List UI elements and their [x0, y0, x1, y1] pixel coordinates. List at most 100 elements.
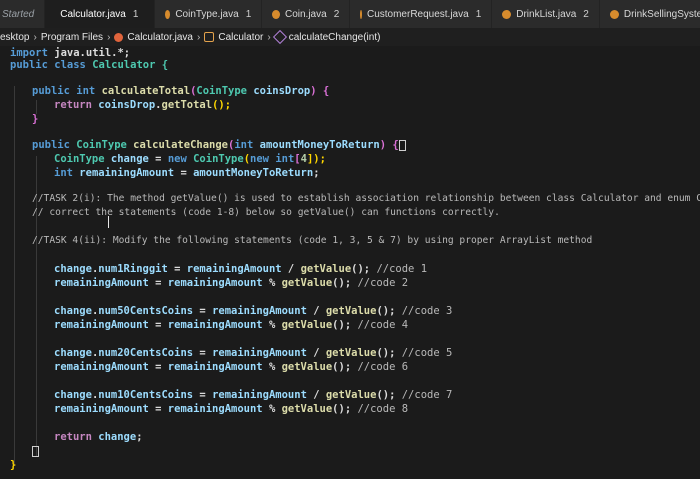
code-token: remainingAmount — [167, 277, 263, 289]
chevron-right-icon: › — [197, 31, 201, 43]
code-token: new — [250, 153, 269, 165]
code-token: (); — [332, 319, 358, 331]
code-token: (); — [376, 389, 402, 401]
code-token: remainingAmount — [186, 263, 282, 275]
code-token: / — [306, 389, 326, 401]
code-token: new — [167, 153, 187, 165]
code-token: int — [76, 85, 96, 97]
bracket-match-icon — [32, 445, 39, 457]
bracket-match-icon — [398, 139, 406, 151]
code-token: remainingAmount — [212, 305, 307, 317]
code-line-19: remainingAmount = remainingAmount % getV… — [54, 402, 408, 416]
breadcrumb-item[interactable]: Calculator.java — [127, 32, 193, 43]
tab-label: Coin.java — [284, 8, 327, 20]
tab-started[interactable]: Started — [0, 0, 46, 28]
code-token: getValue — [325, 305, 377, 317]
code-token: ) { — [310, 85, 330, 97]
tab-label: CoinType.java — [175, 8, 239, 20]
breadcrumb: esktop › Program Files › Calculator.java… — [0, 28, 700, 46]
code-token: % — [262, 277, 282, 289]
code-token: = — [148, 277, 168, 289]
code-token: (); — [332, 403, 358, 415]
code-token: remainingAmount — [167, 403, 263, 415]
code-line-8: int remainingAmount = amountMoneyToRetur… — [54, 166, 320, 180]
tab-calculator-java[interactable]: Calculator.java 1 — [45, 0, 156, 28]
code-token: Calculator { — [85, 59, 169, 71]
code-line-14: change.num50CentsCoins = remainingAmount… — [54, 304, 452, 318]
code-token: amountMoneyToReturn — [259, 139, 380, 151]
code-token: % — [262, 403, 282, 415]
java-file-icon — [114, 32, 124, 42]
editor-tab-bar: Started Calculator.java 1 CoinType.java … — [0, 0, 700, 29]
code-token: change — [54, 389, 92, 401]
code-token: num50CentsCoins — [98, 305, 194, 317]
code-token: / — [306, 305, 326, 317]
code-token: num10CentsCoins — [98, 389, 194, 401]
breadcrumb-item[interactable]: Program Files — [41, 32, 103, 43]
code-token: getValue — [281, 277, 333, 289]
problem-count: 1 — [132, 8, 139, 20]
code-token: return — [54, 99, 92, 111]
code-token: remainingAmount — [212, 389, 307, 401]
code-token: = — [193, 389, 213, 401]
code-editor[interactable]: import java.util.*; public class Calcula… — [0, 46, 700, 479]
tab-drinksellingsystem[interactable]: DrinkSellingSystem — [600, 0, 700, 28]
code-line-15: remainingAmount = remainingAmount % getV… — [54, 318, 408, 332]
tab-coin-java[interactable]: Coin.java 2 — [262, 0, 351, 28]
code-token: class — [54, 59, 86, 71]
code-token: change — [110, 153, 149, 165]
chevron-right-icon: › — [267, 31, 271, 43]
code-token: ; — [313, 167, 320, 179]
code-token: //code 5 — [401, 347, 453, 359]
code-token: calculateTotal — [101, 85, 191, 97]
code-token: remainingAmount — [54, 403, 149, 415]
code-token: remainingAmount — [79, 167, 175, 179]
code-token: getTotal — [161, 99, 213, 111]
code-token: getValue — [281, 403, 333, 415]
problem-count: 1 — [245, 8, 252, 20]
breadcrumb-item[interactable]: calculateChange(int) — [289, 32, 381, 43]
code-token: int — [234, 139, 254, 151]
code-line-17: remainingAmount = remainingAmount % getV… — [54, 360, 408, 374]
tab-label: Started — [2, 8, 35, 20]
code-token: = — [193, 347, 213, 359]
code-token: remainingAmount — [167, 361, 263, 373]
code-token: getValue — [281, 319, 333, 331]
tab-label: Calculator.java — [60, 8, 126, 20]
code-token: getValue — [325, 347, 377, 359]
code-token: coinsDrop — [98, 99, 156, 111]
code-token: (); — [376, 305, 402, 317]
problem-count: 2 — [333, 8, 340, 20]
code-token: remainingAmount — [167, 319, 263, 331]
code-token: public — [32, 85, 70, 97]
code-token: public — [10, 59, 48, 71]
code-token: //code 7 — [401, 389, 453, 401]
code-token: //code 3 — [401, 305, 453, 317]
code-token: (); — [376, 347, 402, 359]
code-token: int — [275, 153, 295, 165]
breadcrumb-item[interactable]: Calculator — [218, 32, 263, 43]
code-line-18: change.num10CentsCoins = remainingAmount… — [54, 388, 452, 402]
code-token: = — [148, 361, 168, 373]
java-file-icon — [609, 9, 619, 19]
text-cursor-icon — [108, 216, 109, 228]
code-line-16: change.num20CentsCoins = remainingAmount… — [54, 346, 452, 360]
code-line-11: //TASK 4(ii): Modify the following state… — [32, 235, 593, 246]
code-token: ; — [136, 431, 143, 443]
java-file-icon — [360, 9, 362, 19]
tab-cointype-java[interactable]: CoinType.java 1 — [155, 0, 263, 28]
breadcrumb-item[interactable]: esktop — [0, 32, 29, 43]
tab-customerrequest-java[interactable]: CustomerRequest.java 1 — [350, 0, 493, 28]
code-token: (); — [332, 361, 358, 373]
code-token: = — [193, 305, 213, 317]
code-token: ]); — [306, 153, 326, 165]
code-token: remainingAmount — [212, 347, 307, 359]
code-token: % — [262, 319, 282, 331]
code-token: = — [167, 263, 187, 275]
code-token: % — [262, 361, 282, 373]
code-line-3: public int calculateTotal(CoinType coins… — [32, 84, 329, 98]
code-token: = — [148, 319, 168, 331]
code-token: num1Ringgit — [98, 263, 168, 275]
tab-drinklist-java[interactable]: DrinkList.java 2 — [492, 0, 600, 28]
code-token: //code 6 — [357, 361, 409, 373]
